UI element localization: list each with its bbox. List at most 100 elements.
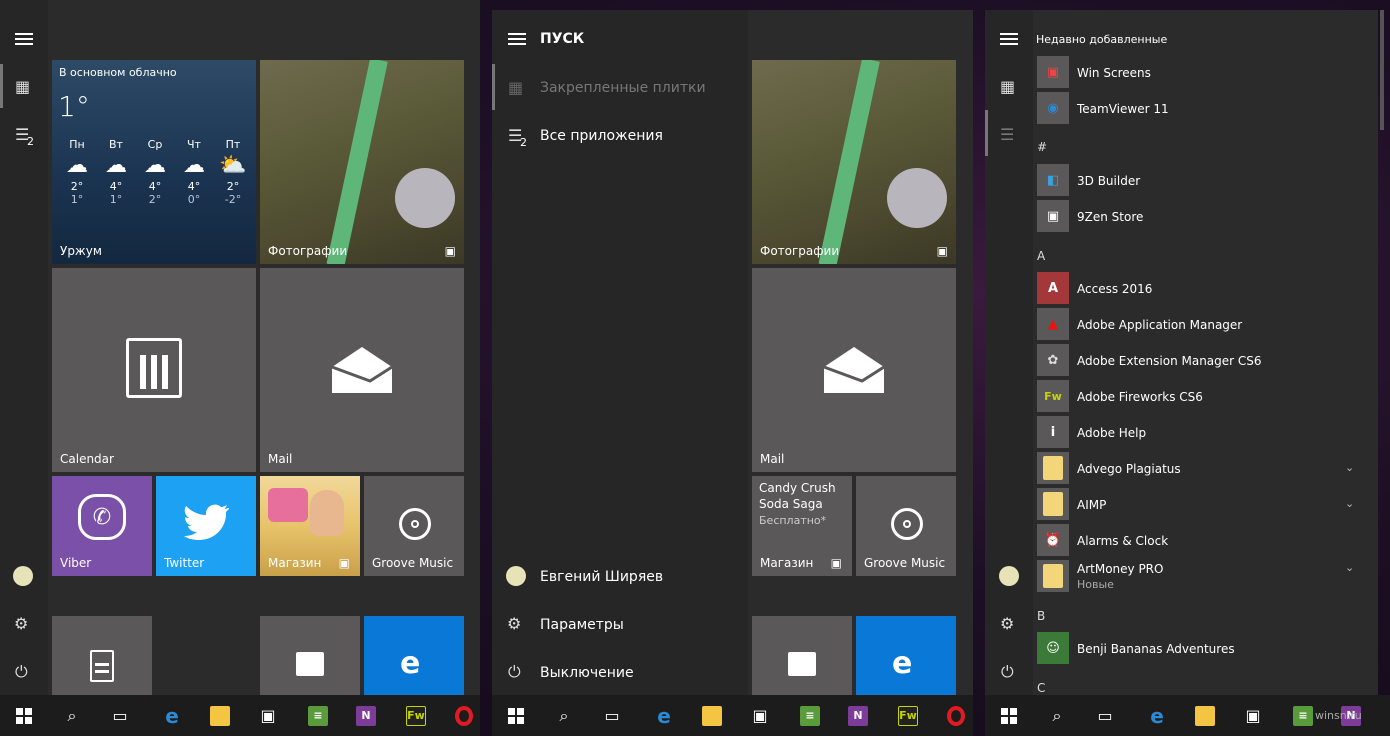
app-item[interactable]: Access 2016 xyxy=(1077,282,1152,296)
fireworks-icon[interactable]: Fw xyxy=(884,695,932,736)
power-icon[interactable]: ⏻ xyxy=(1001,662,1014,682)
app-item[interactable]: Advego Plagiatus xyxy=(1077,462,1181,476)
mail-label: Mail xyxy=(760,452,785,466)
app-item[interactable]: Benji Bananas Adventures xyxy=(1077,642,1235,656)
app-item[interactable]: Alarms & Clock xyxy=(1077,534,1168,548)
edge-tile[interactable]: e xyxy=(856,616,956,695)
start-button[interactable] xyxy=(985,695,1033,736)
group-letter[interactable]: C xyxy=(1037,681,1045,695)
calculator-tile[interactable] xyxy=(52,616,152,695)
app-item[interactable]: Adobe Fireworks CS6 xyxy=(1077,390,1203,404)
weather-condition: В основном облачно xyxy=(59,66,177,79)
store-label: Магазин xyxy=(760,556,814,570)
group-letter[interactable]: # xyxy=(1037,140,1047,154)
file-explorer-icon[interactable] xyxy=(1181,695,1229,736)
candy-character xyxy=(310,490,344,536)
app-item[interactable]: ArtMoney PRO xyxy=(1077,562,1163,576)
twitter-tile[interactable]: Twitter xyxy=(156,476,256,576)
user-name[interactable]: Евгений Ширяев xyxy=(540,569,663,585)
app-item[interactable]: TeamViewer 11 xyxy=(1077,102,1169,116)
avatar[interactable] xyxy=(506,566,526,586)
movies-tile[interactable] xyxy=(260,616,360,695)
app-item[interactable]: Adobe Application Manager xyxy=(1077,318,1242,332)
photo-child-hat xyxy=(395,168,455,228)
all-apps-icon[interactable]: ☰ xyxy=(1000,125,1014,144)
store-candy-tile[interactable]: Магазин ▣ xyxy=(260,476,360,576)
chevron-down-icon[interactable]: ⌄ xyxy=(1345,497,1354,510)
power-icon[interactable]: ⏻ xyxy=(15,662,28,682)
weather-tile[interactable]: В основном облачно 1° Пн ☁ 2° 1° Вт ☁ 4°… xyxy=(52,60,256,264)
onenote-icon[interactable]: N xyxy=(342,695,390,736)
store-bag-icon[interactable]: ▣ xyxy=(244,695,292,736)
app-item[interactable]: Win Screens xyxy=(1077,66,1151,80)
onenote-icon[interactable]: N xyxy=(834,695,882,736)
groove-tile[interactable]: Groove Music xyxy=(856,476,956,576)
gear-icon[interactable]: ⚙ xyxy=(507,614,521,633)
chevron-down-icon[interactable]: ⌄ xyxy=(1345,561,1354,574)
forecast-day: Чт ☁ 4° 0° xyxy=(175,138,213,206)
spreadsheet-app-icon[interactable]: ≡ xyxy=(786,695,834,736)
edge-tile[interactable]: e xyxy=(364,616,464,695)
groove-tile[interactable]: Groove Music xyxy=(364,476,464,576)
photos-tile[interactable]: Фотографии ▣ xyxy=(260,60,464,264)
edge-icon: e xyxy=(892,646,913,681)
group-letter[interactable]: B xyxy=(1037,609,1045,623)
gear-icon[interactable]: ⚙ xyxy=(14,614,28,633)
windows-logo-icon xyxy=(508,707,524,724)
weather-location: Уржум xyxy=(60,244,102,258)
hamburger-icon[interactable] xyxy=(1000,33,1018,46)
start-button[interactable] xyxy=(0,695,48,736)
gear-icon[interactable]: ⚙ xyxy=(1000,614,1014,633)
twitter-bird-icon xyxy=(184,504,229,540)
app-item[interactable]: AIMP xyxy=(1077,498,1106,512)
fireworks-icon[interactable]: Fw xyxy=(392,695,440,736)
search-icon[interactable]: ⌕ xyxy=(48,695,96,736)
spreadsheet-app-icon[interactable]: ≡ xyxy=(294,695,342,736)
search-icon[interactable]: ⌕ xyxy=(1033,695,1081,736)
settings-item[interactable]: Параметры xyxy=(540,617,624,633)
app-item[interactable]: 3D Builder xyxy=(1077,174,1140,188)
chevron-down-icon[interactable]: ⌄ xyxy=(1345,461,1354,474)
store-candy-tile[interactable]: Candy Crush Soda Saga Бесплатно* Магазин… xyxy=(752,476,852,576)
app-item[interactable]: Adobe Help xyxy=(1077,426,1146,440)
app-item[interactable]: Adobe Extension Manager CS6 xyxy=(1077,354,1262,368)
viber-tile[interactable]: ✆ Viber xyxy=(52,476,152,576)
pinned-tiles-icon[interactable]: ▦ xyxy=(15,77,30,96)
opera-icon[interactable] xyxy=(932,695,980,736)
benji-icon: ☺ xyxy=(1037,632,1069,664)
all-apps-item[interactable]: Все приложения xyxy=(540,128,663,144)
access-icon: A xyxy=(1037,272,1069,304)
app-item[interactable]: 9Zen Store xyxy=(1077,210,1143,224)
file-explorer-icon[interactable] xyxy=(196,695,244,736)
avatar[interactable] xyxy=(13,566,33,586)
edge-icon[interactable]: e xyxy=(1133,695,1181,736)
mail-tile[interactable]: Mail xyxy=(260,268,464,472)
avatar[interactable] xyxy=(999,566,1019,586)
power-icon[interactable]: ⏻ xyxy=(508,662,521,682)
group-letter[interactable]: A xyxy=(1037,249,1045,263)
edge-icon[interactable]: e xyxy=(148,695,196,736)
edge-icon[interactable]: e xyxy=(640,695,688,736)
task-view-icon[interactable]: ▭ xyxy=(96,695,144,736)
start-button[interactable] xyxy=(492,695,540,736)
pinned-tiles-icon[interactable]: ▦ xyxy=(1000,77,1015,96)
task-view-icon[interactable]: ▭ xyxy=(588,695,636,736)
hamburger-icon[interactable] xyxy=(508,33,526,46)
mail-tile[interactable]: Mail xyxy=(752,268,956,472)
store-bag-icon[interactable]: ▣ xyxy=(736,695,784,736)
task-view-icon[interactable]: ▭ xyxy=(1081,695,1129,736)
power-item[interactable]: Выключение xyxy=(540,665,634,681)
store-bag-icon[interactable]: ▣ xyxy=(1229,695,1277,736)
movies-tile[interactable] xyxy=(752,616,852,695)
opera-icon[interactable] xyxy=(440,695,488,736)
pinned-tiles-item[interactable]: Закрепленные плитки xyxy=(540,80,706,96)
photos-tile[interactable]: Фотографии ▣ xyxy=(752,60,956,264)
cloud-icon: ☁ xyxy=(105,153,127,178)
pinned-tiles-icon[interactable]: ▦ xyxy=(508,78,523,97)
hamburger-icon[interactable] xyxy=(15,33,33,46)
calendar-tile[interactable]: Calendar xyxy=(52,268,256,472)
search-icon[interactable]: ⌕ xyxy=(540,695,588,736)
file-explorer-icon[interactable] xyxy=(688,695,736,736)
app-list-scrollbar[interactable] xyxy=(1380,10,1384,130)
rail-selection-indicator xyxy=(0,64,3,108)
